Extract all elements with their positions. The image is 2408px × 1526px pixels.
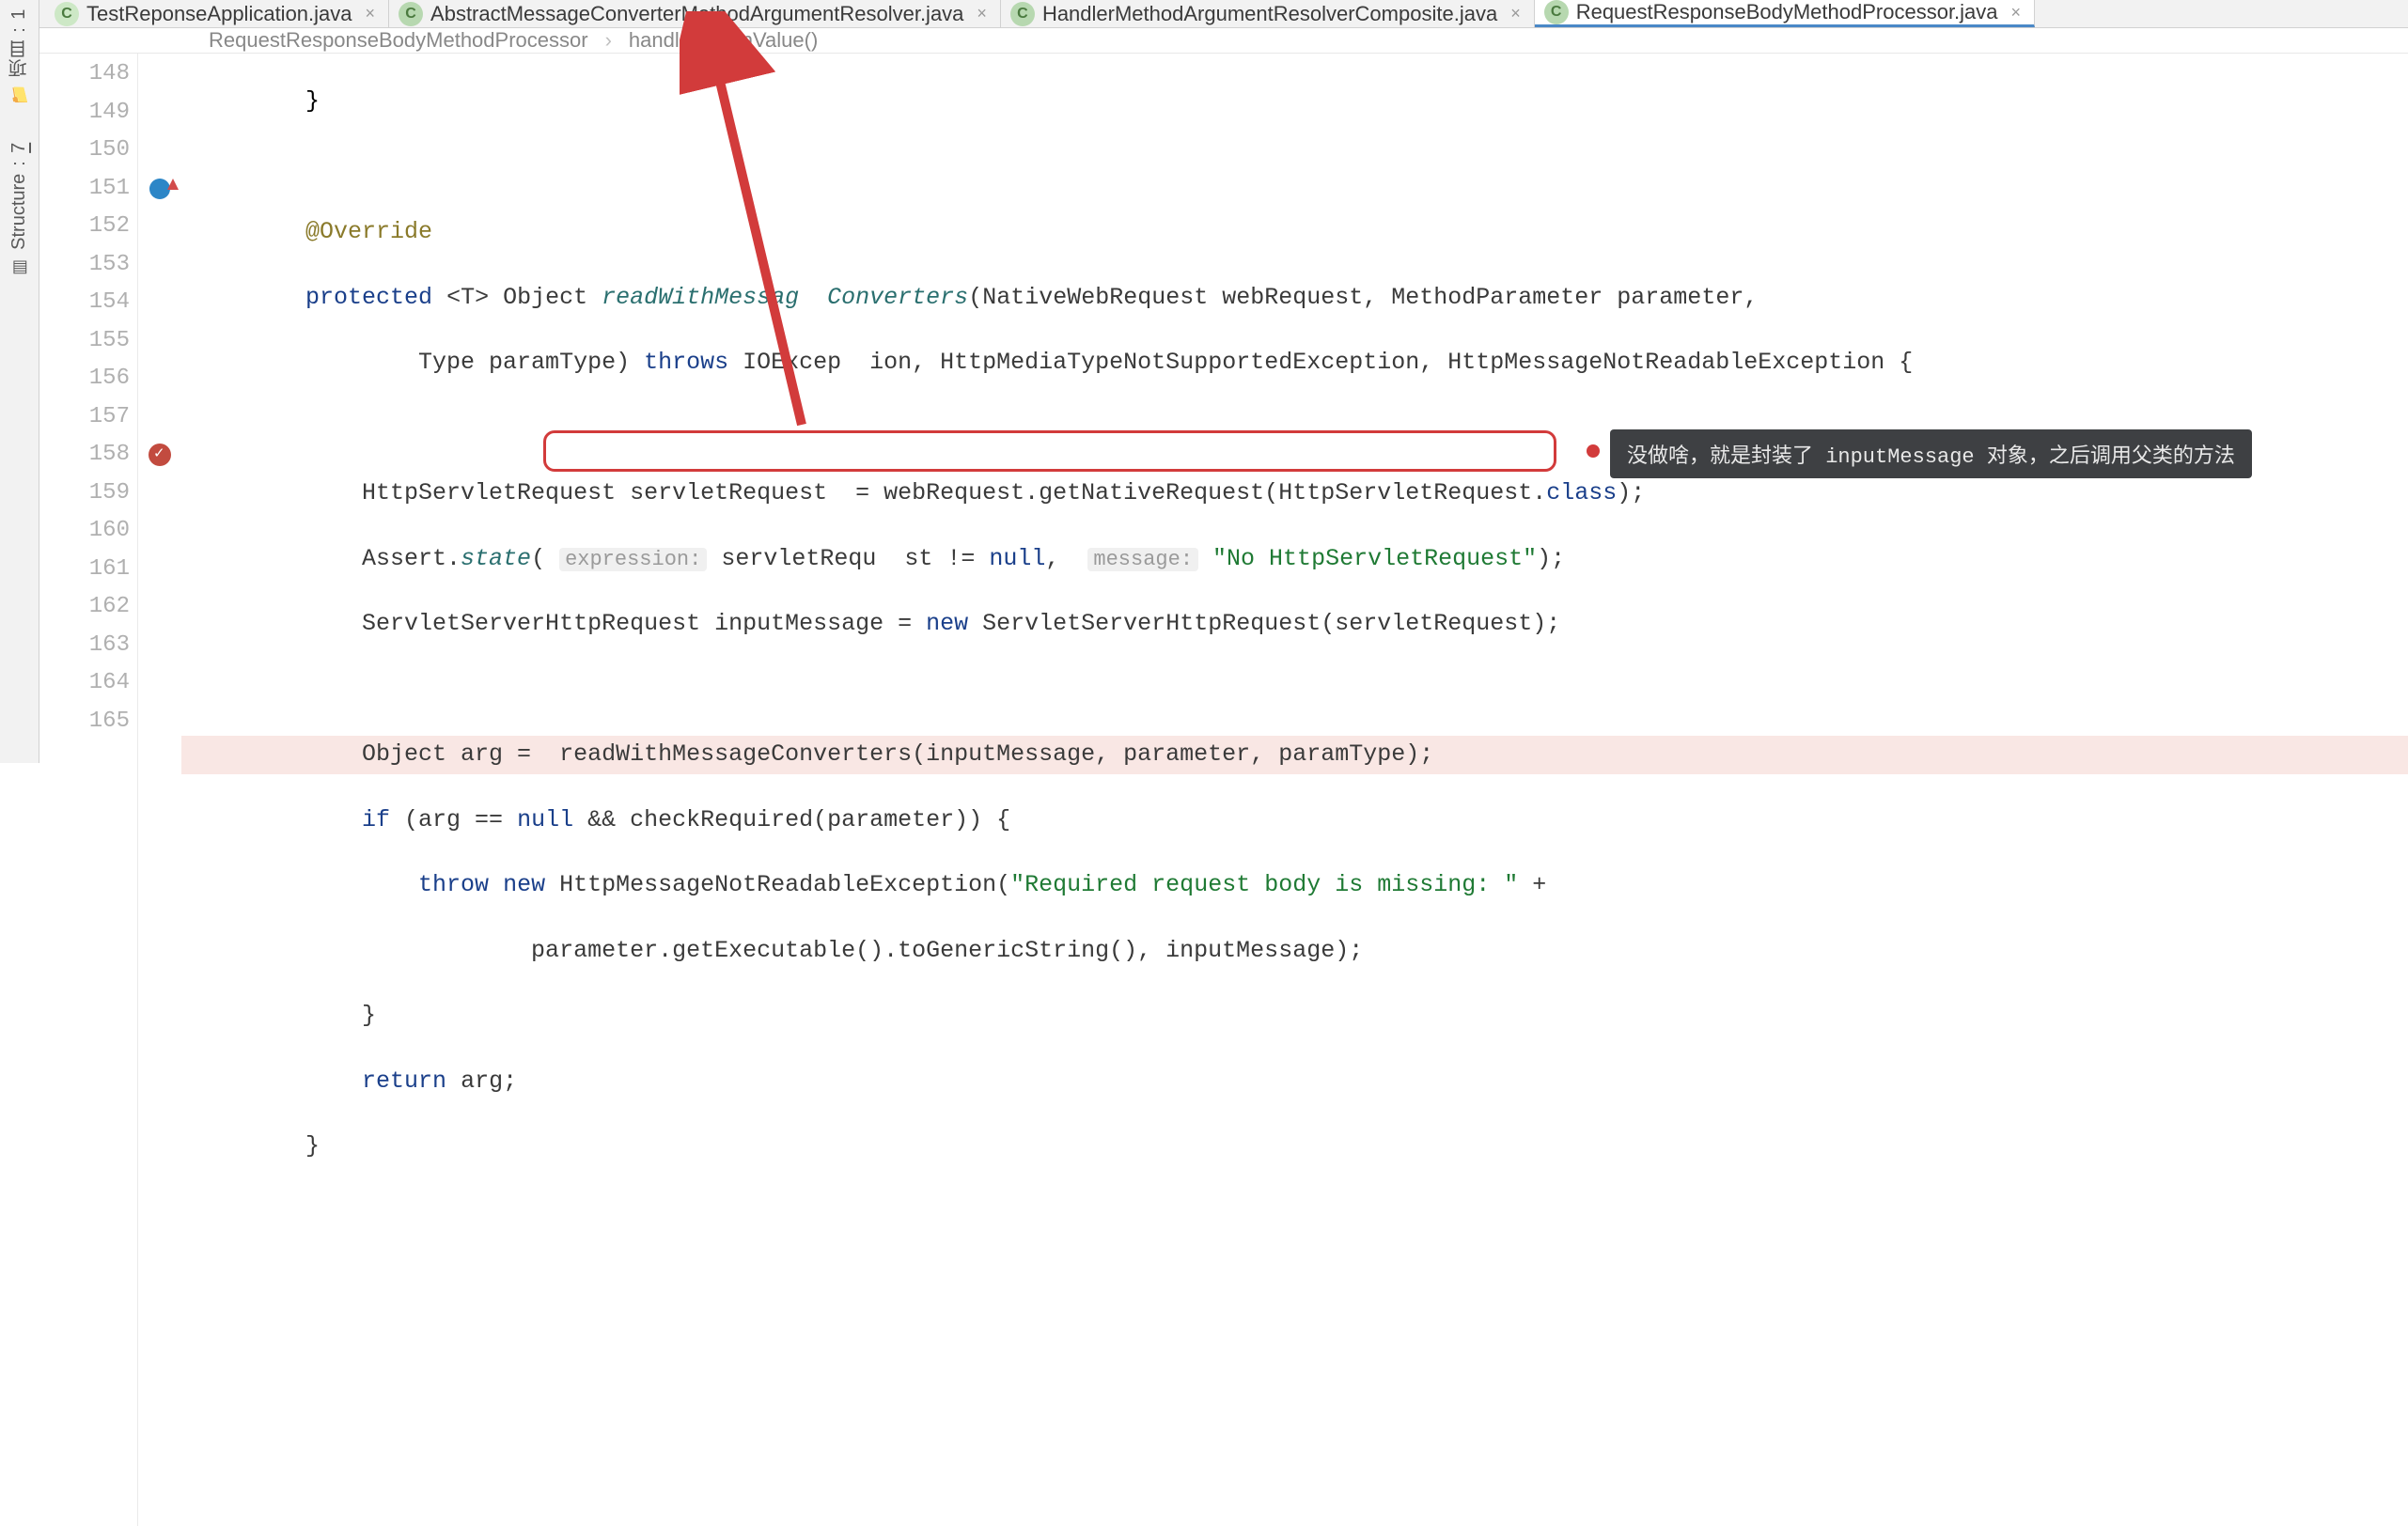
close-icon[interactable]: × [977, 4, 987, 23]
code-line: } [181, 997, 2408, 1036]
side-tab-structure[interactable]: ▥ Structure : 7 [8, 143, 30, 277]
tab-request-response-body[interactable]: C RequestResponseBodyMethodProcessor.jav… [1535, 0, 2035, 27]
code-line: parameter.getExecutable().toGenericStrin… [181, 932, 2408, 971]
line-number: 157 [39, 398, 130, 437]
code-line: return arg; [181, 1063, 2408, 1101]
tab-label: RequestResponseBodyMethodProcessor.java [1576, 0, 1998, 24]
code-line [181, 671, 2408, 709]
close-icon[interactable]: × [1510, 4, 1521, 23]
line-number: 152 [39, 208, 130, 246]
line-number: 155 [39, 322, 130, 361]
line-number: 161 [39, 551, 130, 589]
line-number: 165 [39, 703, 130, 741]
code-line [181, 1193, 2408, 1232]
breadcrumb: RequestResponseBodyMethodProcessor › han… [39, 28, 2408, 54]
tab-label: TestReponseApplication.java [86, 2, 352, 26]
tab-label: HandlerMethodArgumentResolverComposite.j… [1042, 2, 1497, 26]
line-number: 162 [39, 588, 130, 627]
chevron-right-icon: › [605, 28, 612, 53]
code-line: @Override [181, 213, 2408, 252]
tab-test-response-application[interactable]: C TestReponseApplication.java × [45, 0, 389, 27]
close-icon[interactable]: × [2011, 3, 2022, 23]
line-number: 151 [39, 170, 130, 209]
code-line [181, 148, 2408, 187]
side-tab-label: 项目 [6, 40, 33, 78]
side-tab-num: 7 [8, 143, 30, 153]
line-number: 148 [39, 55, 130, 94]
code-line: throw new HttpMessageNotReadableExceptio… [181, 866, 2408, 905]
line-number: 149 [39, 94, 130, 132]
line-number: 164 [39, 664, 130, 703]
breadcrumb-class[interactable]: RequestResponseBodyMethodProcessor [209, 28, 588, 53]
structure-icon: ▥ [9, 259, 29, 275]
tool-window-strip: 📁 项目 : 1 ▥ Structure : 7 [0, 0, 39, 763]
code-area[interactable]: } @Override protected <T> Object readWit… [181, 54, 2408, 1526]
class-icon: C [399, 2, 423, 26]
class-icon: C [55, 2, 79, 26]
breakpoint-icon[interactable] [149, 444, 171, 466]
project-icon: 📁 [9, 85, 29, 105]
code-line: ServletServerHttpRequest inputMessage = … [181, 605, 2408, 644]
editor-tab-bar: C TestReponseApplication.java × C Abstra… [39, 0, 2408, 28]
main-area: C TestReponseApplication.java × C Abstra… [39, 0, 2408, 763]
close-icon[interactable]: × [366, 4, 376, 23]
callout-text: 没做啥，就是封装了 inputMessage 对象，之后调用父类的方法 [1627, 445, 2235, 469]
side-tab-label: Structure [8, 173, 30, 249]
code-line: protected <T> Object readWithMessag Conv… [181, 279, 2408, 318]
line-number: 160 [39, 512, 130, 551]
line-number: 154 [39, 284, 130, 322]
code-line: Object arg = readWithMessageConverters(i… [181, 736, 2408, 774]
side-tab-num: 1 [8, 9, 30, 20]
tab-label: AbstractMessageConverterMethodArgumentRe… [430, 2, 963, 26]
class-icon: C [1544, 0, 1569, 24]
override-marker-icon[interactable] [149, 179, 170, 199]
code-line: } [181, 83, 2408, 121]
line-number-gutter: 148 149 150 151 152 153 154 155 156 157 … [39, 54, 138, 1526]
tab-abstract-message-converter[interactable]: C AbstractMessageConverterMethodArgument… [389, 0, 1001, 27]
annotation-bullet [1587, 444, 1600, 458]
line-number: 163 [39, 627, 130, 665]
line-number: 150 [39, 132, 130, 170]
editor: 148 149 150 151 152 153 154 155 156 157 … [39, 54, 2408, 1526]
code-line: if (arg == null && checkRequired(paramet… [181, 802, 2408, 840]
side-tab-project[interactable]: 📁 项目 : 1 [6, 9, 33, 105]
code-line: } [181, 1128, 2408, 1166]
annotation-callout: 没做啥，就是封装了 inputMessage 对象，之后调用父类的方法 [1610, 429, 2252, 478]
line-number: 153 [39, 246, 130, 285]
code-line: Type paramType) throws IOExcep ion, Http… [181, 344, 2408, 382]
code-line: HttpServletRequest servletRequest = webR… [181, 475, 2408, 513]
tab-handler-method-argument[interactable]: C HandlerMethodArgumentResolverComposite… [1001, 0, 1535, 27]
line-number: 159 [39, 475, 130, 513]
gutter-markers [138, 54, 181, 1526]
class-icon: C [1010, 2, 1035, 26]
breadcrumb-method[interactable]: handleReturnValue() [629, 28, 818, 53]
line-number: 158 [39, 436, 130, 475]
line-number: 156 [39, 360, 130, 398]
code-line: Assert.state( expression: servletRequ st… [181, 540, 2408, 579]
